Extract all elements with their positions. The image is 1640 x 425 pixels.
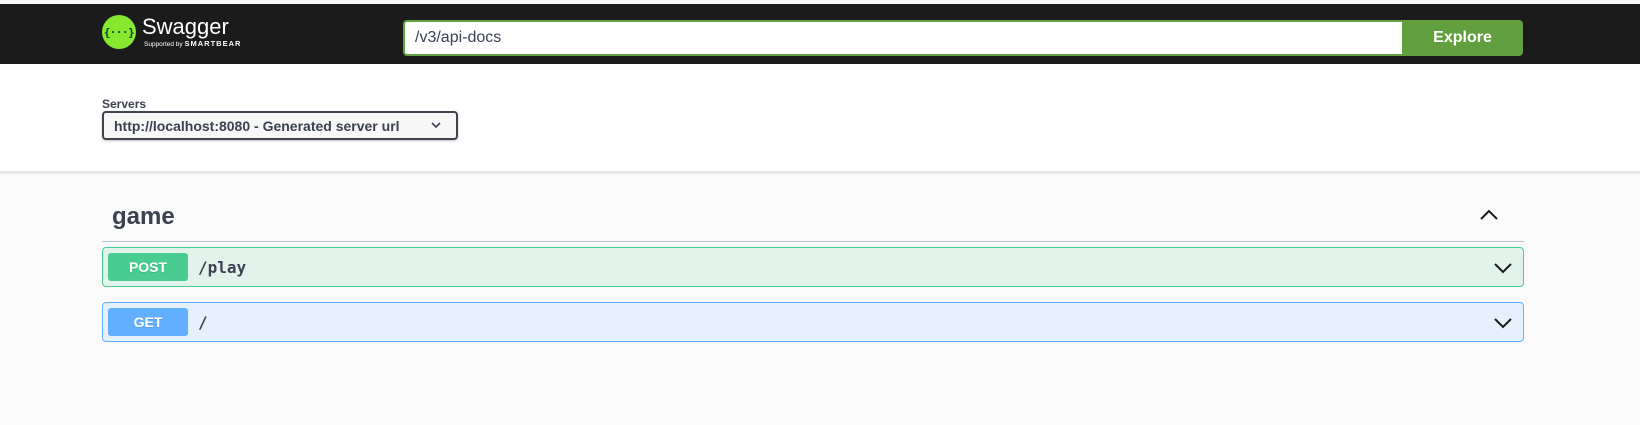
- method-badge: POST: [108, 253, 188, 281]
- scheme-container: Servers http://localhost:8080 - Generate…: [0, 64, 1640, 172]
- api-url-input[interactable]: /v3/api-docs: [403, 20, 1403, 56]
- servers-label: Servers: [102, 97, 147, 111]
- explore-button[interactable]: Explore: [1402, 20, 1523, 56]
- operation-path: /: [198, 312, 208, 332]
- method-badge: GET: [108, 308, 188, 336]
- chevron-down-icon[interactable]: [1493, 260, 1513, 276]
- chevron-down-icon: [431, 122, 441, 129]
- operation-get-root[interactable]: GET /: [102, 302, 1524, 342]
- servers-select[interactable]: http://localhost:8080 - Generated server…: [102, 111, 458, 140]
- logo-sub-brand: SMARTBEAR: [184, 39, 242, 48]
- operation-path: /play: [198, 257, 247, 277]
- chevron-down-icon[interactable]: [1493, 315, 1513, 331]
- logo-mark-glyph: {···}: [103, 25, 135, 39]
- logo-text: Swagger Supported by SMARTBEAR: [142, 14, 241, 49]
- topbar: {···} Swagger Supported by SMARTBEAR /v3…: [0, 4, 1640, 64]
- logo-title: Swagger: [142, 14, 229, 39]
- tag-section-header[interactable]: game: [102, 190, 1524, 242]
- tag-title: game: [112, 203, 175, 230]
- swagger-logo[interactable]: {···} Swagger Supported by SMARTBEAR: [102, 14, 241, 54]
- logo-sub-prefix: Supported by: [144, 41, 183, 48]
- operation-post-play[interactable]: POST /play: [102, 247, 1524, 287]
- swagger-logo-icon: {···}: [102, 15, 136, 49]
- servers-selected-value: http://localhost:8080 - Generated server…: [114, 117, 400, 134]
- logo-subtitle: Supported by SMARTBEAR: [144, 40, 241, 49]
- chevron-up-icon[interactable]: [1478, 204, 1500, 226]
